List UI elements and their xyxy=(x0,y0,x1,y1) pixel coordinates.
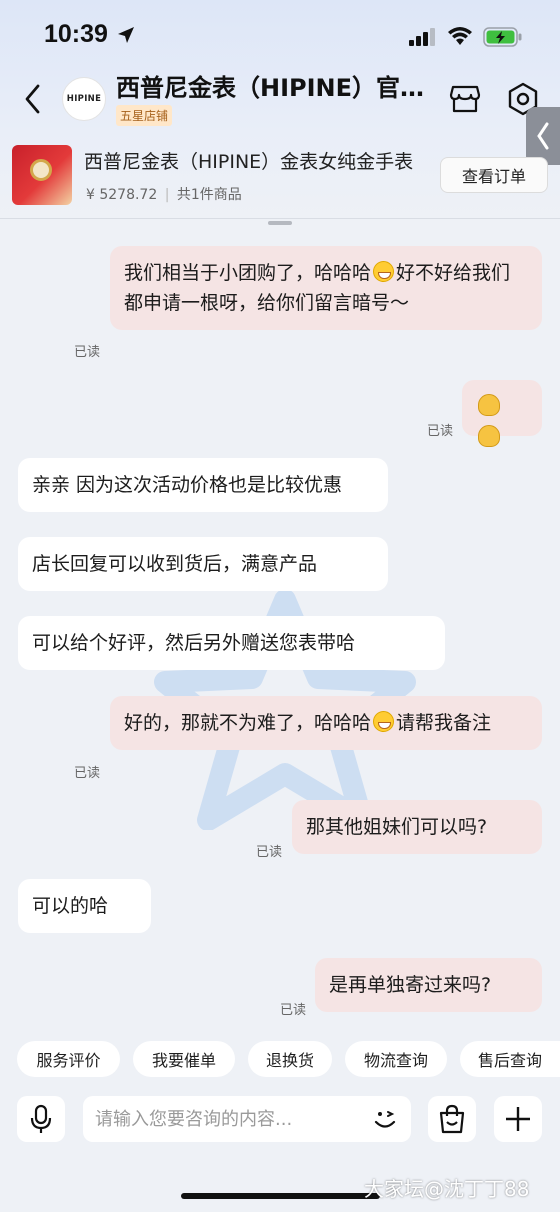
message-bubble-outgoing[interactable]: 好的，那就不为难了，哈哈哈 请帮我备注 xyxy=(110,696,542,750)
more-options-button[interactable] xyxy=(494,1096,542,1142)
shop-name[interactable]: 西普尼金表（HIPINE）官方旗舰店 xyxy=(116,68,438,103)
product-count: 共1件商品 xyxy=(176,187,242,203)
shop-logo-text: HIPINE xyxy=(66,94,102,104)
product-thumbnail[interactable] xyxy=(12,145,72,205)
message-input[interactable] xyxy=(95,1096,355,1142)
quick-action-logistics[interactable]: 物流查询 xyxy=(345,1041,447,1077)
message-bubble-outgoing[interactable]: 是再单独寄过来吗? xyxy=(315,958,542,1012)
thinking-hand-emoji-icon xyxy=(478,394,500,416)
chevron-left-icon xyxy=(537,122,549,150)
forum-watermark: 大家坛@沈丁丁88 xyxy=(364,1177,530,1201)
read-receipt: 已读 xyxy=(74,766,101,781)
microphone-icon xyxy=(30,1104,52,1133)
meta-separator: | xyxy=(164,187,170,203)
message-bubble-incoming[interactable]: 可以的哈 xyxy=(18,879,151,933)
card-divider xyxy=(0,218,560,219)
drag-handle[interactable] xyxy=(268,221,292,225)
quick-action-return-exchange[interactable]: 退换货 xyxy=(248,1041,332,1077)
product-name[interactable]: 西普尼金表（HIPINE）金表女纯金手表 xyxy=(84,147,424,174)
quick-action-service-review[interactable]: 服务评价 xyxy=(17,1041,120,1077)
cellular-signal-icon xyxy=(409,28,435,46)
quick-action-after-sales[interactable]: 售后查询 xyxy=(460,1041,560,1077)
quick-action-urge-shipping[interactable]: 我要催单 xyxy=(133,1041,235,1077)
thinking-hand-emoji-icon xyxy=(478,425,500,447)
message-bubble-incoming[interactable]: 店长回复可以收到货后，满意产品 xyxy=(18,537,388,591)
message-bubble-outgoing[interactable] xyxy=(462,380,542,447)
grinning-emoji-icon xyxy=(373,261,395,282)
message-bubble-outgoing[interactable]: 那其他姐妹们可以吗? xyxy=(292,800,542,854)
store-icon[interactable] xyxy=(449,84,481,114)
message-bubble-outgoing[interactable]: 我们相当于小团购了，哈哈哈 好不好给我们都申请一根呀，给你们留言暗号～ xyxy=(110,246,542,330)
message-text: 请帮我备注 xyxy=(396,712,492,734)
read-receipt: 已读 xyxy=(74,345,101,360)
voice-input-button[interactable] xyxy=(17,1096,65,1142)
shop-badge: 五星店铺 xyxy=(116,105,173,126)
message-bubble-incoming[interactable]: 亲亲 因为这次活动价格也是比较优惠 xyxy=(18,458,388,512)
read-receipt: 已读 xyxy=(280,1003,307,1018)
watch-face xyxy=(30,159,52,181)
product-meta: ¥ 5278.72 | 共1件商品 xyxy=(86,184,242,204)
shopping-bag-icon xyxy=(439,1104,465,1134)
wifi-icon xyxy=(448,27,472,45)
plus-icon xyxy=(506,1107,530,1131)
read-receipt: 已读 xyxy=(427,424,454,439)
back-chevron-icon[interactable] xyxy=(20,82,46,116)
status-bar: 10:39 xyxy=(0,0,560,70)
home-indicator[interactable] xyxy=(181,1193,380,1199)
view-order-button[interactable]: 查看订单 xyxy=(440,157,548,193)
message-text: 好的，那就不为难了，哈哈哈 xyxy=(124,712,372,734)
status-time: 10:39 xyxy=(44,20,108,48)
message-text: 我们相当于小团购了，哈哈哈 xyxy=(124,262,372,284)
shopping-bag-button[interactable] xyxy=(428,1096,476,1142)
shop-avatar[interactable]: HIPINE xyxy=(62,77,106,121)
product-price: ¥ 5278.72 xyxy=(86,187,158,203)
read-receipt: 已读 xyxy=(256,845,283,860)
message-input-container[interactable] xyxy=(83,1096,411,1142)
battery-charging-icon xyxy=(483,27,522,47)
grinning-emoji-icon xyxy=(373,711,395,732)
message-bubble-incoming[interactable]: 可以给个好评，然后另外赠送您表带哈 xyxy=(18,616,445,670)
wink-emoji-icon[interactable] xyxy=(371,1105,399,1133)
location-arrow-icon xyxy=(118,27,134,43)
